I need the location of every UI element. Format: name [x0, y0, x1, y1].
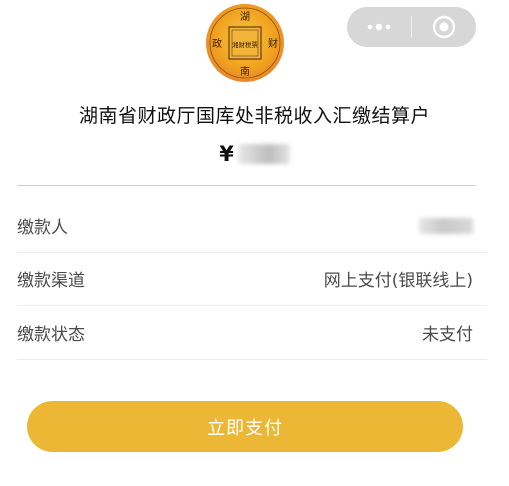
payer-label: 缴款人 — [17, 218, 68, 238]
more-menu-button[interactable] — [347, 7, 411, 47]
channel-value: 网上支付(银联线上) — [323, 271, 473, 291]
more-dots-icon — [367, 23, 391, 31]
payer-value-redacted — [419, 217, 473, 234]
amount-redacted — [237, 144, 290, 164]
miniprogram-capsule — [347, 7, 476, 47]
seal-char-top: 湖 — [240, 11, 250, 23]
payment-page: 湖 南 政 财 湘财税票 湖南省财政厅国库处非税收入汇缴结算户 ¥ 缴款人 缴款… — [0, 0, 509, 486]
close-miniprogram-button[interactable] — [412, 7, 476, 47]
detail-row-channel: 缴款渠道 网上支付(银联线上) — [17, 252, 487, 306]
currency-symbol: ¥ — [219, 142, 234, 166]
divider — [17, 185, 476, 186]
seal-char-bottom: 南 — [240, 65, 250, 78]
seal-char-left: 政 — [212, 37, 222, 50]
status-value: 未支付 — [422, 325, 473, 345]
detail-row-payer: 缴款人 — [17, 199, 487, 253]
seal-center-text: 湘财税票 — [232, 40, 259, 49]
payment-amount: ¥ — [0, 142, 509, 166]
detail-row-status: 缴款状态 未支付 — [17, 306, 487, 360]
target-circle-icon — [432, 15, 456, 39]
payee-account-title: 湖南省财政厅国库处非税收入汇缴结算户 — [78, 105, 430, 127]
seal-char-right: 财 — [268, 37, 278, 50]
finance-seal-icon: 湖 南 政 财 湘财税票 — [206, 4, 284, 82]
status-label: 缴款状态 — [17, 325, 85, 345]
channel-label: 缴款渠道 — [17, 271, 85, 291]
pay-now-button[interactable]: 立即支付 — [27, 401, 463, 452]
